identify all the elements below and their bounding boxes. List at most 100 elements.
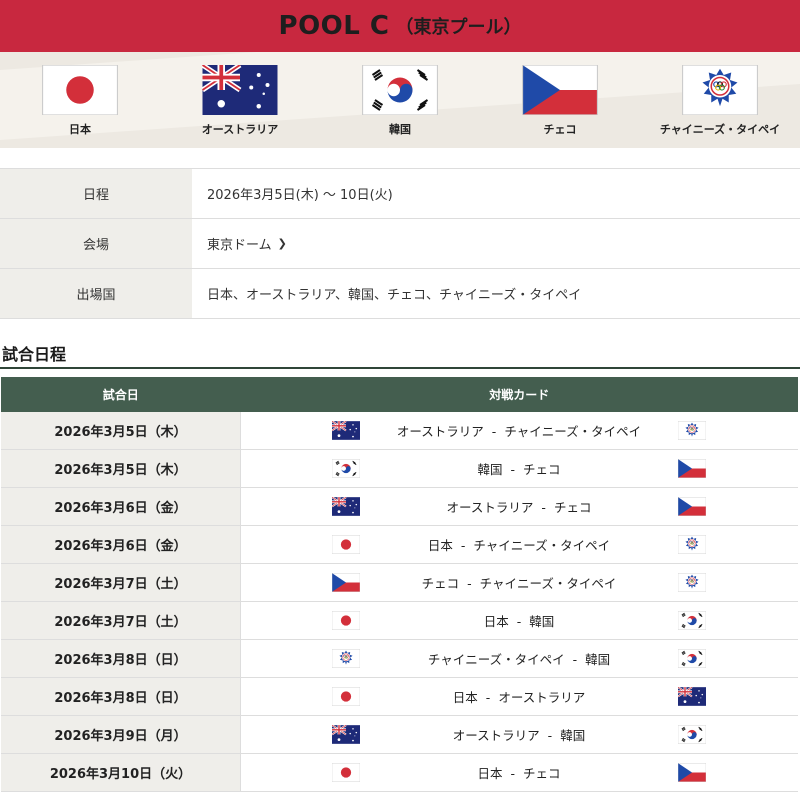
- dates-value: 2026年3月5日(木) 〜 10日(火): [207, 188, 393, 203]
- away-team: オーストラリア: [498, 690, 586, 705]
- team-name: オーストラリア: [201, 123, 279, 136]
- table-row: 2026年3月6日（金） 日本 - チャイニーズ・タイペイ: [1, 525, 798, 564]
- away-team: 韓国: [529, 614, 555, 629]
- australia-flag-icon: [202, 65, 278, 115]
- korea-flag-icon: [678, 611, 706, 630]
- match-date: 2026年3月8日（日）: [1, 677, 241, 716]
- venue-link[interactable]: 東京ドーム ❯: [192, 219, 800, 268]
- vs-separator: -: [510, 766, 515, 781]
- match-text: チェコ - チャイニーズ・タイペイ: [360, 573, 678, 592]
- table-row: 2026年3月5日（木） オーストラリア - チャイニーズ・タイペイ: [1, 412, 798, 450]
- vs-separator: -: [485, 690, 491, 705]
- home-team: 日本: [427, 538, 453, 553]
- dates-label: 日程: [0, 169, 192, 218]
- away-team: チェコ: [523, 766, 561, 781]
- czech-flag-icon: [522, 65, 598, 115]
- match-text: 日本 - 韓国: [360, 611, 678, 630]
- match-card[interactable]: 日本 - オーストラリア: [240, 677, 798, 716]
- match-card[interactable]: オーストラリア - チャイニーズ・タイペイ: [240, 412, 798, 450]
- taipei-flag-icon: [678, 535, 706, 554]
- away-team: チェコ: [523, 462, 561, 477]
- table-row: 2026年3月8日（日） チャイニーズ・タイペイ - 韓国: [1, 639, 798, 678]
- czech-flag-icon: [678, 459, 706, 478]
- countries-label: 出場国: [0, 269, 192, 318]
- vs-separator: -: [460, 538, 466, 553]
- home-team: チェコ: [421, 576, 460, 591]
- match-date: 2026年3月6日（金）: [1, 487, 241, 526]
- match-date: 2026年3月6日（金）: [1, 525, 241, 564]
- home-team: 日本: [452, 690, 478, 705]
- vs-separator: -: [547, 728, 553, 743]
- table-row: 2026年3月8日（日） 日本 - オーストラリア: [1, 677, 798, 716]
- vs-separator: -: [467, 576, 472, 591]
- info-row-countries: 出場国 日本、オーストラリア、韓国、チェコ、チャイニーズ・タイペイ: [0, 269, 800, 319]
- taipei-flag-icon: [678, 573, 706, 592]
- match-card[interactable]: オーストラリア - 韓国: [240, 715, 798, 754]
- home-team: オーストラリア: [452, 728, 540, 743]
- away-team: チャイニーズ・タイペイ: [479, 576, 617, 591]
- match-card[interactable]: チャイニーズ・タイペイ - 韓国: [240, 639, 798, 678]
- czech-flag-icon: [678, 497, 706, 516]
- match-date: 2026年3月7日（土）: [1, 601, 241, 640]
- team-czech[interactable]: チェコ: [485, 65, 635, 137]
- japan-flag-icon: [42, 65, 118, 115]
- table-row: 2026年3月7日（土） 日本 - 韓国: [1, 601, 798, 640]
- schedule-title: 試合日程: [0, 341, 800, 369]
- match-text: 韓国 - チェコ: [360, 459, 678, 478]
- chevron-right-icon[interactable]: ❯: [278, 237, 287, 250]
- home-team: 韓国: [477, 462, 503, 477]
- table-row: 2026年3月5日（木） 韓国 - チェコ: [1, 449, 798, 488]
- countries-value: 日本、オーストラリア、韓国、チェコ、チャイニーズ・タイペイ: [207, 288, 582, 303]
- chinese-taipei-flag-icon: [682, 65, 758, 115]
- away-team: チャイニーズ・タイペイ: [504, 424, 642, 439]
- match-date: 2026年3月9日（月）: [1, 715, 241, 754]
- match-card[interactable]: オーストラリア - チェコ: [240, 487, 798, 526]
- info-row-venue: 会場 東京ドーム ❯: [0, 219, 800, 269]
- vs-separator: -: [572, 652, 578, 667]
- match-date: 2026年3月8日（日）: [1, 639, 241, 678]
- match-text: オーストラリア - 韓国: [360, 725, 678, 744]
- home-team: 日本: [477, 766, 503, 781]
- pool-subtitle: （東京プール）: [395, 17, 522, 38]
- australia-flag-icon: [332, 725, 360, 744]
- pool-title: POOL C: [278, 11, 390, 41]
- team-name: 韓国: [389, 123, 411, 136]
- info-row-dates: 日程 2026年3月5日(木) 〜 10日(火): [0, 169, 800, 219]
- home-team: オーストラリア: [446, 500, 534, 515]
- venue-value[interactable]: 東京ドーム: [207, 234, 272, 253]
- australia-flag-icon: [332, 497, 360, 516]
- pool-info-table: 日程 2026年3月5日(木) 〜 10日(火) 会場 東京ドーム ❯ 出場国 …: [0, 168, 800, 319]
- vs-separator: -: [491, 424, 497, 439]
- away-team: チェコ: [553, 500, 592, 515]
- match-card[interactable]: 韓国 - チェコ: [240, 449, 798, 488]
- japan-flag-icon: [332, 535, 360, 554]
- schedule-header-row: 試合日 対戦カード: [1, 377, 798, 412]
- team-strip: 日本 オーストラリア 韓国 チェコ チャイニーズ・タイペイ: [0, 52, 800, 148]
- match-text: オーストラリア - チャイニーズ・タイペイ: [360, 421, 678, 440]
- match-text: 日本 - オーストラリア: [360, 687, 678, 706]
- match-date: 2026年3月5日（木）: [1, 412, 241, 450]
- col-match-header: 対戦カード: [240, 377, 798, 412]
- away-team: 韓国: [560, 728, 586, 743]
- team-australia[interactable]: オーストラリア: [165, 65, 315, 137]
- czech-flag-icon: [332, 573, 360, 592]
- korea-flag-icon: [362, 65, 438, 115]
- korea-flag-icon: [678, 649, 706, 668]
- japan-flag-icon: [332, 611, 360, 630]
- team-korea[interactable]: 韓国: [325, 65, 475, 137]
- pool-header: POOL C （東京プール）: [0, 0, 800, 52]
- col-date-header: 試合日: [1, 377, 241, 412]
- away-team: 韓国: [585, 652, 611, 667]
- team-japan[interactable]: 日本: [5, 65, 155, 137]
- team-name: チャイニーズ・タイペイ: [659, 123, 781, 136]
- home-team: チャイニーズ・タイペイ: [427, 652, 565, 667]
- japan-flag-icon: [332, 687, 360, 706]
- team-chinese-taipei[interactable]: チャイニーズ・タイペイ: [645, 65, 795, 137]
- match-text: 日本 - チャイニーズ・タイペイ: [360, 535, 678, 554]
- korea-flag-icon: [678, 725, 706, 744]
- home-team: オーストラリア: [396, 424, 484, 439]
- match-card[interactable]: チェコ - チャイニーズ・タイペイ: [240, 563, 798, 602]
- match-card[interactable]: 日本 - 韓国: [240, 601, 798, 640]
- korea-flag-icon: [332, 459, 360, 478]
- match-card[interactable]: 日本 - チャイニーズ・タイペイ: [240, 525, 798, 564]
